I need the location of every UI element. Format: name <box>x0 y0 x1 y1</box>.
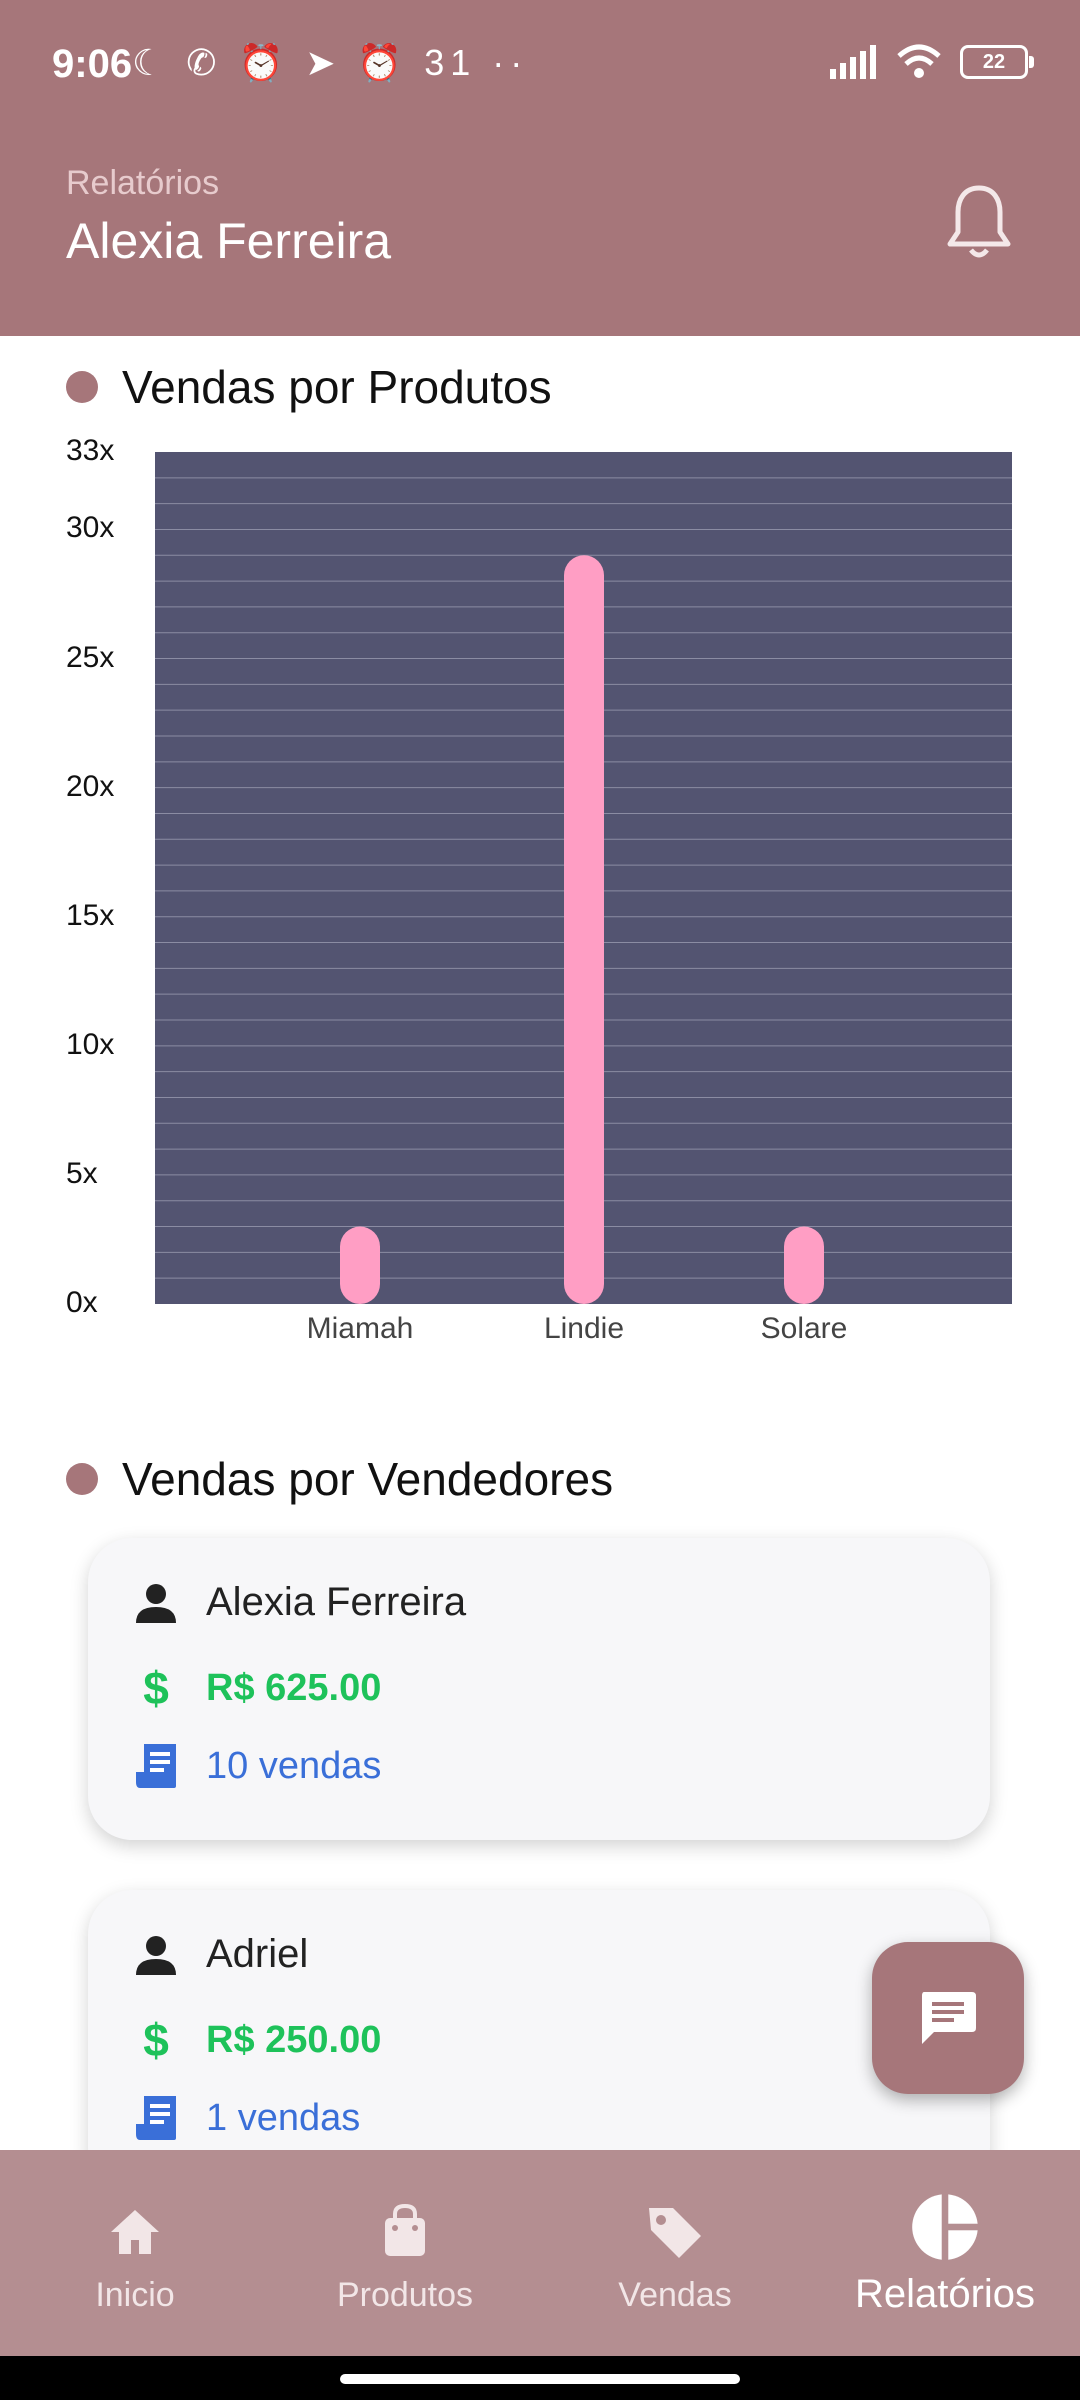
chat-icon <box>922 1992 976 2044</box>
x-tick-label: Solare <box>760 1312 848 1345</box>
dollar-icon: $ <box>143 2016 169 2064</box>
sellers-section-label: Vendas por Vendedores <box>122 1453 614 1505</box>
products-bar-chart <box>155 452 1012 1304</box>
y-tick-label: 15x <box>66 898 115 932</box>
pie-chart-icon <box>912 2192 980 2262</box>
status-bar: 9:06 ☾ ✆ ⏰ ➤ ⏰ 31 ·· 22 <box>0 0 1080 130</box>
svg-text:$: $ <box>143 1664 169 1712</box>
y-tick-label: 20x <box>66 769 115 803</box>
seller-sales-row: 1 vendas <box>134 2094 360 2142</box>
home-indicator[interactable] <box>340 2374 740 2384</box>
bell-icon[interactable] <box>944 182 1014 262</box>
seller-name: Adriel <box>206 1932 309 1976</box>
seller-name: Alexia Ferreira <box>206 1580 467 1624</box>
chart-bar-solare <box>784 1226 824 1304</box>
bottom-navigation: Inicio Produtos Vendas Relatórios <box>0 2150 1080 2356</box>
nav-label-relatorios: Relatórios <box>854 2272 1036 2316</box>
seller-sales-row: 10 vendas <box>134 1742 381 1790</box>
nav-item-relatorios[interactable]: Relatórios <box>810 2150 1080 2356</box>
status-notification-icons: ☾ ✆ ⏰ ➤ ⏰ 31 ·· <box>132 42 529 83</box>
status-time: 9:06 <box>52 42 133 86</box>
y-tick-label: 5x <box>66 1156 98 1190</box>
y-tick-label: 25x <box>66 640 115 674</box>
y-tick-label: 0x <box>66 1286 98 1319</box>
wifi-icon <box>897 44 941 78</box>
nav-item-produtos[interactable]: Produtos <box>270 2150 540 2356</box>
system-gesture-bar <box>0 2356 1080 2400</box>
section-dot <box>66 371 98 403</box>
seller-sales-count: 1 vendas <box>206 2096 361 2139</box>
chart-bar-lindie <box>564 555 604 1304</box>
x-tick-label: Lindie <box>543 1312 625 1345</box>
nav-label-vendas: Vendas <box>618 2276 732 2314</box>
svg-text:$: $ <box>143 2016 169 2064</box>
seller-amount: R$ 250.00 <box>206 2018 382 2061</box>
person-icon <box>136 1935 176 1975</box>
page-title: Alexia Ferreira <box>66 213 392 269</box>
chart-bar-miamah <box>340 1226 380 1304</box>
seller-name-row: Adriel <box>134 1932 308 1977</box>
shopping-bag-icon <box>385 2203 425 2256</box>
battery-icon: 22 <box>960 45 1034 79</box>
nav-label-produtos: Produtos <box>336 2276 474 2314</box>
section-dot <box>66 1463 98 1495</box>
app-header: Relatórios Alexia Ferreira <box>0 130 1080 336</box>
status-system-icons: 22 <box>828 44 1034 80</box>
signal-icon <box>830 45 876 79</box>
y-tick-label: 33x <box>66 434 115 467</box>
sellers-section-title: Vendas por Vendedores <box>66 1452 613 1506</box>
chat-fab-button[interactable] <box>872 1942 1024 2094</box>
products-section-title: Vendas por Produtos <box>66 360 552 414</box>
seller-amount-row: $ R$ 250.00 <box>134 2016 381 2064</box>
seller-amount-row: $ R$ 625.00 <box>134 1664 381 1712</box>
receipt-icon <box>136 2096 176 2140</box>
nav-label-inicio: Inicio <box>95 2276 175 2314</box>
x-tick-label: Miamah <box>306 1312 414 1345</box>
seller-card[interactable]: Alexia Ferreira $ R$ 625.00 10 vendas <box>88 1538 990 1840</box>
seller-name-row: Alexia Ferreira <box>134 1580 466 1625</box>
home-icon <box>111 2210 159 2254</box>
seller-card[interactable]: Adriel $ R$ 250.00 1 vendas <box>88 1890 990 2192</box>
nav-item-vendas[interactable]: Vendas <box>540 2150 810 2356</box>
dollar-icon: $ <box>143 1664 169 1712</box>
y-tick-label: 30x <box>66 511 115 545</box>
tag-icon <box>649 2208 701 2258</box>
seller-sales-count: 10 vendas <box>206 1744 382 1787</box>
nav-item-inicio[interactable]: Inicio <box>0 2150 270 2356</box>
products-section-label: Vendas por Produtos <box>122 361 552 413</box>
products-chart: 0x 5x 10x 15x 20x 25x 30x 33x Miamah Lindie Solar… <box>0 428 1080 1358</box>
header-subtitle: Relatórios <box>66 164 220 202</box>
receipt-icon <box>136 1744 176 1788</box>
y-tick-label: 10x <box>66 1027 115 1061</box>
seller-amount: R$ 625.00 <box>206 1666 382 1709</box>
person-icon <box>136 1583 176 1623</box>
